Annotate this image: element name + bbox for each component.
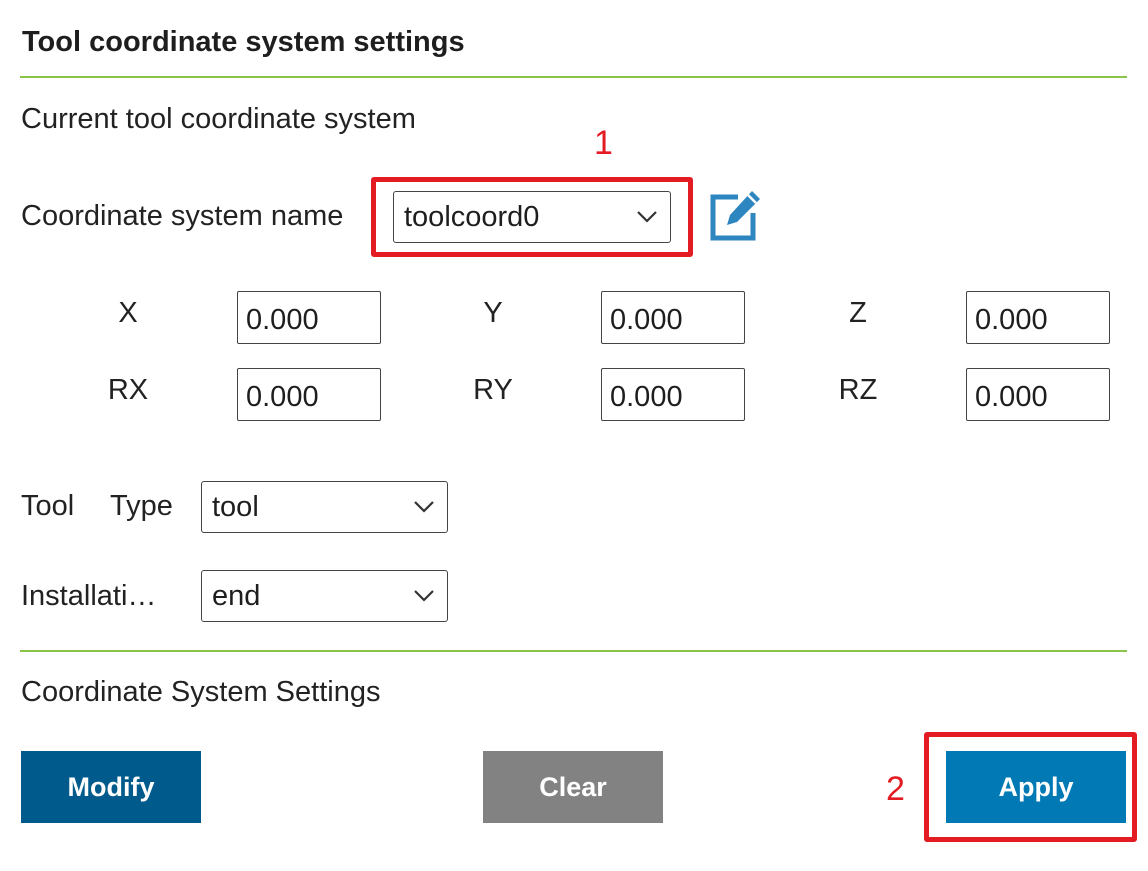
current-section-label: Current tool coordinate system [21,103,416,135]
modify-button[interactable]: Modify [21,751,201,823]
y-label: Y [483,297,503,329]
chevron-down-icon [636,210,658,224]
rx-input[interactable] [237,368,381,421]
installation-select[interactable]: end [201,570,448,622]
coord-name-select-value: toolcoord0 [404,200,540,233]
tool-type-label-word1: Tool [21,490,75,522]
chevron-down-icon [413,589,435,603]
rz-input[interactable] [966,368,1110,421]
z-input[interactable] [966,291,1110,344]
rx-label: RX [107,374,149,406]
apply-button[interactable]: Apply [946,751,1126,823]
annotation-step-2: 2 [886,770,905,808]
settings-divider [20,650,1127,652]
y-input[interactable] [601,291,745,344]
clear-button[interactable]: Clear [483,751,663,823]
x-label: X [118,297,138,329]
chevron-down-icon [413,500,435,514]
z-label: Z [849,297,867,329]
coord-name-label: Coordinate system name [21,200,344,232]
page-title: Tool coordinate system settings [22,26,465,58]
annotation-step-1: 1 [594,124,613,162]
title-divider [20,76,1127,78]
tool-type-select-value: tool [212,490,259,523]
ry-input[interactable] [601,368,745,421]
installation-label: Installati… [21,580,157,612]
tool-type-select[interactable]: tool [201,481,448,533]
installation-select-value: end [212,579,261,612]
x-input[interactable] [237,291,381,344]
coord-name-select[interactable]: toolcoord0 [393,191,671,243]
ry-label: RY [473,374,513,406]
settings-section-label: Coordinate System Settings [21,676,381,708]
rz-label: RZ [838,374,878,406]
edit-pencil-icon[interactable] [708,189,762,243]
tool-type-label-word2: Type [110,490,173,522]
